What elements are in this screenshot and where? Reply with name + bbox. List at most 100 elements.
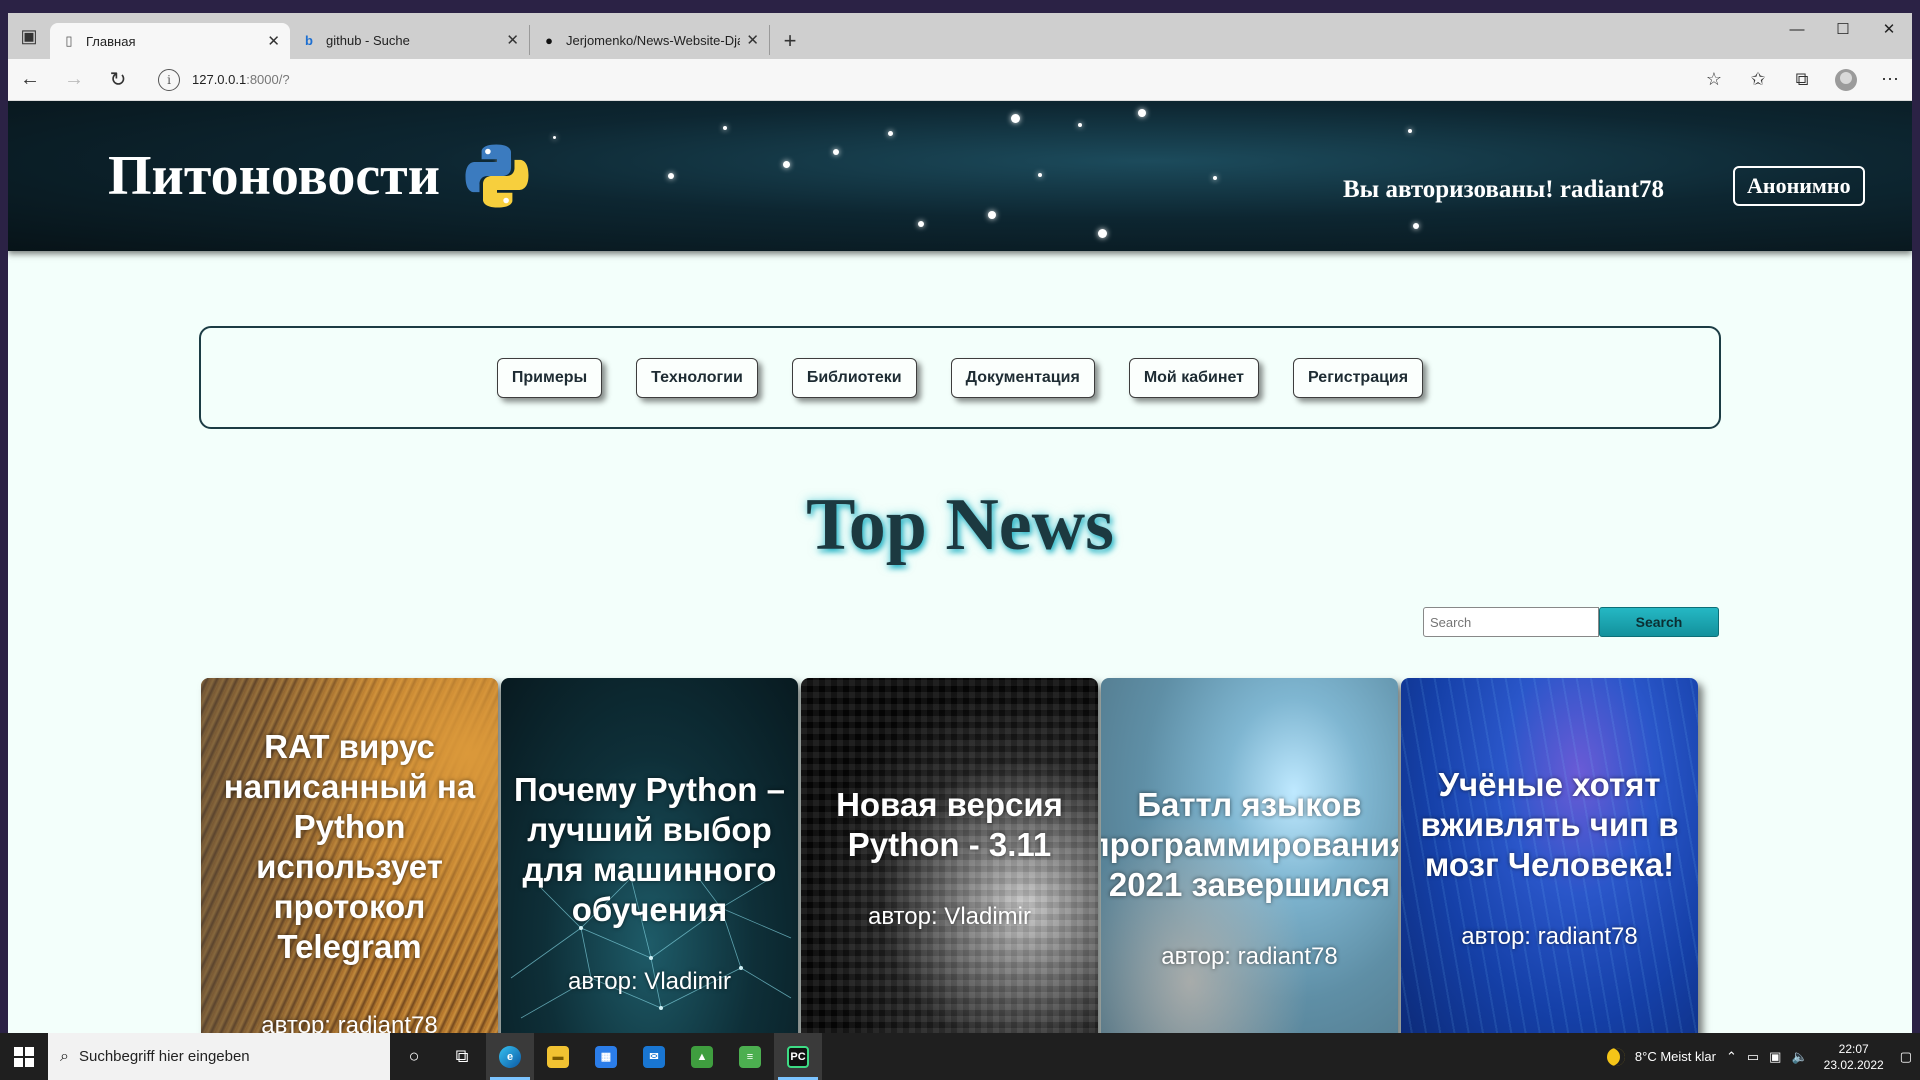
site-title: Питоновости — [108, 145, 440, 207]
taskbar-search-placeholder: Suchbegriff hier eingeben — [78, 1048, 250, 1065]
site-header: Питоновости Вы авторизованы! radiant78 А… — [8, 101, 1912, 251]
tab-title: github - Suche — [326, 32, 410, 48]
star-decoration — [1138, 109, 1146, 117]
chevron-up-icon[interactable]: ⌃ — [1726, 1049, 1737, 1065]
edge-browser-icon[interactable]: e — [486, 1033, 534, 1080]
news-card[interactable]: Новая версия Python - 3.11 автор: Vladim… — [801, 678, 1098, 1033]
anonymous-button[interactable]: Анонимно — [1733, 166, 1865, 206]
close-window-icon[interactable]: ✕ — [1866, 13, 1912, 45]
tab-title: Jerjomenko/News-Website-Djan — [566, 32, 741, 48]
file-explorer-icon[interactable]: ▬ — [534, 1033, 582, 1080]
star-decoration — [833, 149, 839, 155]
bing-search-icon: b — [305, 32, 313, 48]
clock-date: 23.02.2022 — [1823, 1057, 1884, 1072]
news-card[interactable]: Баттл языков программирования 2021 завер… — [1101, 678, 1398, 1033]
start-button[interactable] — [0, 1033, 48, 1080]
volume-icon[interactable]: 🔈 — [1791, 1049, 1807, 1065]
tab-actions-icon[interactable]: ▣ — [8, 13, 50, 59]
star-decoration — [723, 126, 727, 130]
search-button[interactable]: Search — [1599, 607, 1719, 637]
site-logo[interactable]: Питоновости — [108, 141, 532, 211]
reload-icon[interactable]: ↻ — [96, 62, 140, 98]
news-cards: RAT вирус написанный на Python используе… — [201, 678, 1698, 1033]
url-path: :8000/? — [246, 72, 290, 87]
add-favorite-icon[interactable]: ☆ — [1692, 62, 1736, 98]
star-decoration — [1078, 123, 1082, 127]
news-card[interactable]: Учёные хотят вживлять чип в мозг Человек… — [1401, 678, 1698, 1033]
favorites-icon[interactable]: ✩ — [1736, 62, 1780, 98]
tab-strip: ▣ ▯ Главная ✕ b github - Suche ✕ ● Jerjo… — [8, 13, 1912, 59]
star-decoration — [1098, 229, 1107, 238]
cortana-icon[interactable]: ○ — [390, 1033, 438, 1080]
back-arrow-icon[interactable]: ← — [8, 62, 52, 98]
clock[interactable]: 22:07 23.02.2022 — [1824, 1041, 1884, 1073]
maximize-icon[interactable]: ☐ — [1820, 13, 1866, 45]
address-bar[interactable]: i 127.0.0.1:8000/? — [148, 64, 1684, 96]
taskbar-search[interactable]: ⌕ Suchbegriff hier eingeben — [48, 1033, 390, 1080]
star-decoration — [553, 136, 556, 139]
star-decoration — [1213, 176, 1217, 180]
network-icon[interactable]: ▣ — [1769, 1049, 1781, 1065]
star-decoration — [783, 161, 790, 168]
windows-logo-icon — [14, 1046, 34, 1067]
more-menu-icon[interactable]: ⋯ — [1868, 62, 1912, 98]
tab-github-search[interactable]: b github - Suche ✕ — [290, 25, 530, 55]
nav-technologies-button[interactable]: Технологии — [636, 357, 758, 398]
card-title: RAT вирус написанный на Python используе… — [223, 727, 476, 965]
card-author: автор: Vladimir — [567, 968, 731, 995]
close-icon[interactable]: ✕ — [506, 31, 519, 49]
star-decoration — [888, 131, 893, 136]
card-author: автор: radiant78 — [1461, 923, 1638, 950]
weather-moon-icon[interactable] — [1606, 1047, 1625, 1066]
minimize-icon[interactable]: — — [1774, 13, 1820, 45]
profile-avatar[interactable] — [1824, 62, 1868, 98]
search-input[interactable] — [1423, 607, 1599, 637]
mail-icon[interactable]: ✉ — [630, 1033, 678, 1080]
forward-arrow-icon[interactable]: → — [52, 62, 96, 98]
nav-documentation-button[interactable]: Документация — [950, 357, 1095, 398]
card-title: Учёные хотят вживлять чип в мозг Человек… — [1420, 766, 1679, 883]
weather-text[interactable]: 8°C Meist klar — [1635, 1049, 1716, 1064]
tab-home[interactable]: ▯ Главная ✕ — [50, 23, 290, 59]
web-page: Питоновости Вы авторизованы! radiant78 А… — [8, 101, 1912, 1033]
system-tray: 8°C Meist klar ⌃ ▭ ▣ 🔈 22:07 23.02.2022 … — [1606, 1033, 1920, 1080]
news-card[interactable]: RAT вирус написанный на Python используе… — [201, 678, 498, 1033]
photos-app-icon[interactable]: ▲ — [678, 1033, 726, 1080]
window-controls: — ☐ ✕ — [1774, 13, 1912, 59]
pycharm-icon[interactable]: PC — [774, 1033, 822, 1080]
card-title: Баттл языков программирования 2021 завер… — [1101, 786, 1398, 903]
tab-github-repo[interactable]: ● Jerjomenko/News-Website-Djan ✕ — [530, 25, 770, 55]
collections-icon[interactable]: ⧉ — [1780, 62, 1824, 98]
meet-now-icon[interactable]: ▭ — [1747, 1049, 1759, 1065]
browser-toolbar: ← → ↻ i 127.0.0.1:8000/? ☆ ✩ ⧉ ⋯ — [8, 59, 1912, 101]
star-decoration — [668, 173, 674, 179]
search-icon: ⌕ — [60, 1047, 69, 1065]
python-logo-icon — [465, 144, 529, 208]
nav-examples-button[interactable]: Примеры — [496, 357, 603, 398]
nav-libraries-button[interactable]: Библиотеки — [791, 357, 917, 398]
notepad-app-icon[interactable]: ≡ — [726, 1033, 774, 1080]
card-author: автор: Vladimir — [867, 903, 1031, 930]
star-decoration — [1413, 223, 1419, 229]
star-decoration — [1011, 114, 1020, 123]
url-host: 127.0.0.1 — [192, 72, 247, 87]
browser-window: ▣ ▯ Главная ✕ b github - Suche ✕ ● Jerjo… — [8, 13, 1912, 1033]
site-info-icon[interactable]: i — [158, 68, 180, 91]
nav-my-account-button[interactable]: Мой кабинет — [1128, 357, 1260, 398]
new-tab-button[interactable]: + — [770, 23, 810, 59]
close-icon[interactable]: ✕ — [746, 31, 759, 49]
tab-title: Главная — [86, 33, 136, 49]
main-nav: Примеры Технологии Библиотеки Документац… — [199, 326, 1721, 429]
star-decoration — [1408, 129, 1412, 133]
clock-time: 22:07 — [1838, 1041, 1869, 1056]
star-decoration — [918, 221, 924, 227]
store-icon[interactable]: ▦ — [582, 1033, 630, 1080]
nav-registration-button[interactable]: Регистрация — [1293, 357, 1424, 398]
task-view-icon[interactable]: ⧉ — [438, 1033, 486, 1080]
star-decoration — [1038, 173, 1042, 177]
notification-center-icon[interactable]: ▢ — [1900, 1049, 1912, 1065]
close-icon[interactable]: ✕ — [267, 32, 280, 50]
github-icon: ● — [545, 32, 553, 48]
news-card[interactable]: Почему Python – лучший выбор для машинно… — [501, 678, 798, 1033]
search-form: Search — [1423, 607, 1719, 637]
